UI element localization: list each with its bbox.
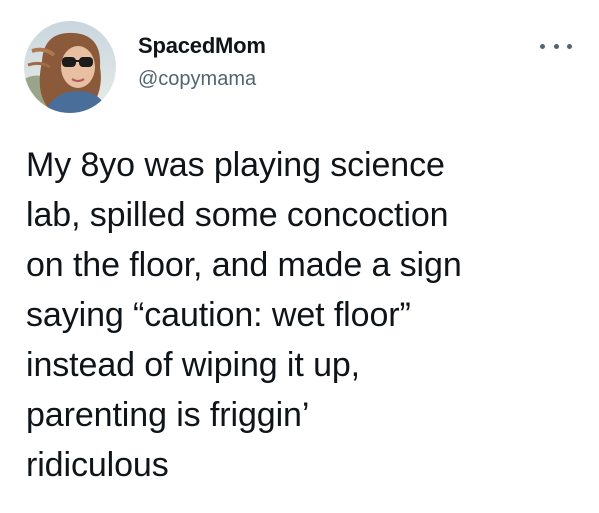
tweet-text: My 8yo was playing science lab, spilled …: [26, 140, 586, 490]
author-info: SpacedMom @copymama: [138, 33, 266, 91]
tweet-text-line: My 8yo was playing science: [26, 146, 445, 184]
more-options-button[interactable]: [540, 36, 572, 56]
tweet-text-line: parenting is friggin’: [26, 396, 310, 434]
avatar-photo-icon: [24, 21, 116, 113]
tweet-text-line: ridiculous: [26, 446, 169, 484]
tweet-text-line: instead of wiping it up,: [26, 346, 361, 384]
tweet-text-line: saying “caution: wet floor”: [26, 296, 411, 334]
more-options-icon-dot: [553, 43, 559, 49]
tweet-text-line: lab, spilled some concoction: [26, 196, 449, 234]
tweet-text-line: on the floor, and made a sign: [26, 246, 462, 284]
author-display-name[interactable]: SpacedMom: [138, 33, 266, 59]
more-options-icon: [540, 43, 545, 49]
author-handle[interactable]: @copymama: [138, 67, 266, 91]
author-avatar[interactable]: [24, 21, 116, 113]
more-options-icon-dot: [567, 43, 572, 49]
tweet-card: SpacedMom @copymama My 8yo was playing s…: [0, 0, 599, 513]
